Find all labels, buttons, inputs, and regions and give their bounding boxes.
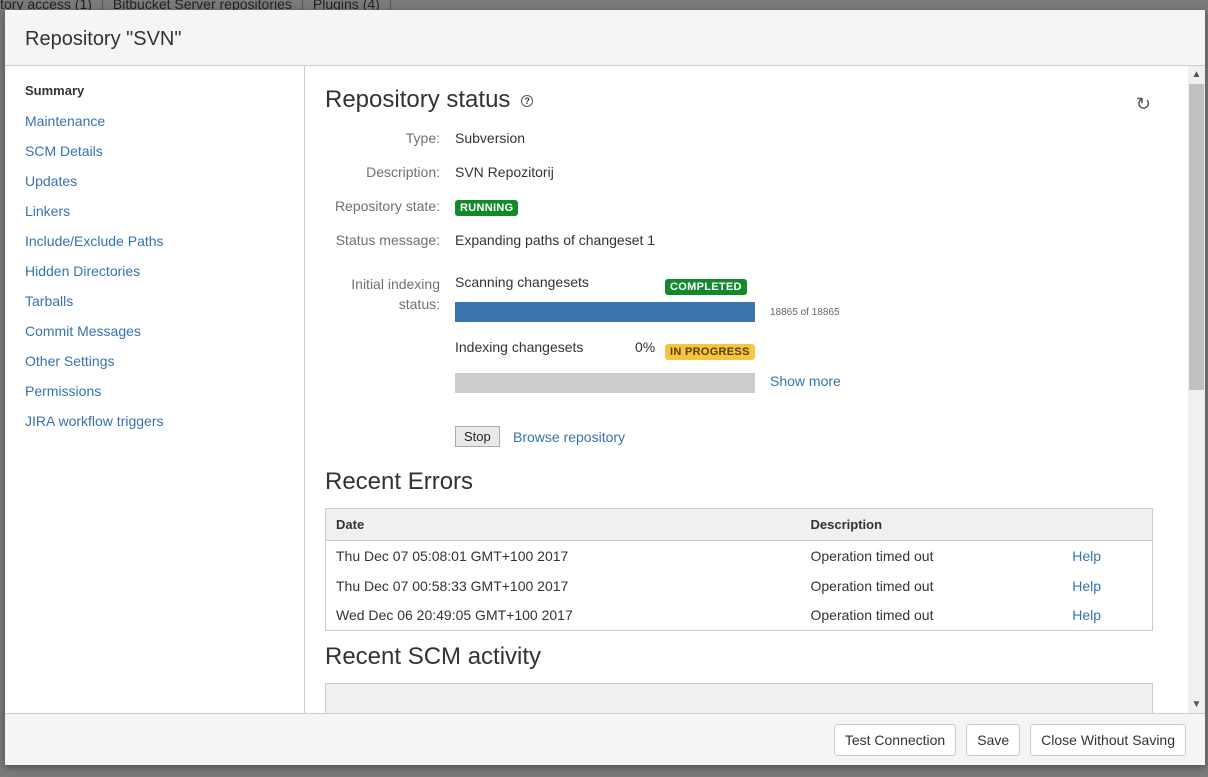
- sidebar-item-include-exclude[interactable]: Include/Exclude Paths: [5, 231, 304, 261]
- sidebar-item-scm-details[interactable]: SCM Details: [5, 141, 304, 171]
- state-label: Repository state:: [334, 198, 440, 214]
- sidebar-item-hidden-directories[interactable]: Hidden Directories: [5, 261, 304, 291]
- status-message-value: Expanding paths of changeset 1: [455, 232, 656, 248]
- sidebar: Summary Maintenance SCM Details Updates …: [5, 66, 305, 713]
- sidebar-item-maintenance[interactable]: Maintenance: [5, 111, 304, 141]
- state-badge: RUNNING: [455, 200, 519, 216]
- scan-progress-fill: [455, 302, 755, 322]
- resync-icon[interactable]: ↻: [1136, 94, 1151, 115]
- scan-count: 18865 of 18865: [770, 307, 840, 318]
- sidebar-item-permissions[interactable]: Permissions: [5, 381, 304, 411]
- close-without-saving-button[interactable]: Close Without Saving: [1030, 723, 1186, 756]
- table-row: Thu Dec 07 05:08:01 GMT+100 2017 Operatio…: [326, 541, 1153, 571]
- help-link[interactable]: Help: [1072, 548, 1101, 564]
- scroll-down-icon[interactable]: ▼: [1188, 696, 1205, 713]
- stop-button[interactable]: Stop: [455, 426, 500, 447]
- repository-dialog: Repository "SVN" Summary Maintenance SCM…: [5, 10, 1205, 765]
- recent-activity-heading: Recent SCM activity: [325, 643, 542, 670]
- type-value: Subversion: [455, 130, 526, 146]
- col-date: Date: [325, 508, 801, 541]
- save-button[interactable]: Save: [966, 723, 1021, 756]
- error-desc: Operation timed out: [810, 577, 934, 594]
- scan-label: Scanning changesets: [455, 274, 589, 290]
- help-link[interactable]: Help: [1072, 578, 1101, 594]
- scrollbar-thumb[interactable]: [1189, 84, 1204, 390]
- indexing-changesets-label: Indexing changesets: [455, 339, 584, 355]
- sidebar-item-other-settings[interactable]: Other Settings: [5, 351, 304, 381]
- scroll-up-icon[interactable]: ▲: [1188, 66, 1205, 83]
- repository-status-heading: Repository status ?: [325, 86, 1154, 114]
- help-link[interactable]: Help: [1072, 607, 1101, 623]
- show-more-link[interactable]: Show more: [770, 373, 841, 389]
- description-label: Description:: [366, 164, 440, 180]
- errors-table: Date Description Thu Dec 07 05:08:01 GMT+…: [325, 508, 1153, 631]
- col-description: Description: [800, 508, 1063, 541]
- description-value: SVN Repozitorij: [455, 164, 554, 180]
- status-message-label: Status message:: [335, 232, 440, 248]
- sidebar-item-linkers[interactable]: Linkers: [5, 201, 304, 231]
- indexing-percent: 0%: [635, 339, 656, 355]
- recent-errors-heading: Recent Errors: [325, 468, 474, 495]
- error-date: Wed Dec 06 20:49:05 GMT+100 2017: [336, 607, 573, 624]
- help-icon[interactable]: ?: [521, 95, 534, 107]
- indexing-progress-bar: [455, 373, 755, 393]
- sidebar-item-summary[interactable]: Summary: [5, 81, 304, 111]
- sidebar-item-jira-triggers[interactable]: JIRA workflow triggers: [5, 411, 304, 441]
- col-help: [1062, 508, 1153, 541]
- sidebar-item-commit-messages[interactable]: Commit Messages: [5, 321, 304, 351]
- indexing-label: Initial indexing status:: [351, 276, 440, 312]
- dialog-footer: Test Connection Save Close Without Savin…: [5, 713, 1205, 765]
- heading-text: Repository status: [325, 86, 511, 113]
- table-row: Thu Dec 07 00:58:33 GMT+100 2017 Operatio…: [326, 571, 1153, 601]
- error-desc: Operation timed out: [810, 547, 934, 564]
- scrollbar[interactable]: ▲ ▼: [1188, 66, 1205, 713]
- table-row: Wed Dec 06 20:49:05 GMT+100 2017 Operatio…: [326, 601, 1153, 631]
- error-desc: Operation timed out: [810, 607, 934, 624]
- test-connection-button[interactable]: Test Connection: [833, 723, 957, 756]
- browse-repository-link[interactable]: Browse repository: [513, 429, 625, 445]
- error-date: Thu Dec 07 05:08:01 GMT+100 2017: [336, 547, 569, 564]
- activity-table: [325, 683, 1153, 713]
- indexing-status-badge: IN PROGRESS: [665, 344, 755, 360]
- scan-status-badge: COMPLETED: [665, 279, 747, 295]
- type-label: Type:: [405, 130, 440, 146]
- error-date: Thu Dec 07 00:58:33 GMT+100 2017: [336, 577, 569, 594]
- scan-progress-bar: [455, 302, 755, 322]
- main-content: Repository status ? ↻ Type: Subversion De…: [305, 66, 1188, 713]
- sidebar-item-tarballs[interactable]: Tarballs: [5, 291, 304, 321]
- sidebar-item-updates[interactable]: Updates: [5, 171, 304, 201]
- dialog-title: Repository "SVN": [5, 10, 1205, 66]
